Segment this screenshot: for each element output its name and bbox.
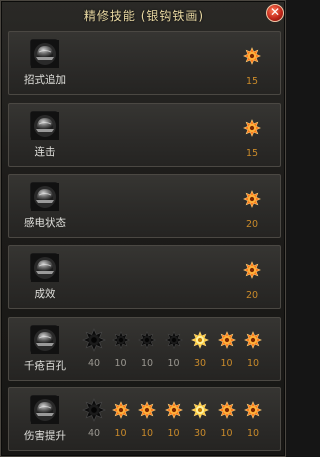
spiked-star-icon[interactable]: [191, 401, 209, 419]
refine-skill-window: 精修技能 (银钩铁画) ✕ 招式追加 15 连击 15 感电状态 20 成效 20 千疮百孔 40…: [0, 0, 286, 457]
spiked-star-icon[interactable]: [82, 328, 106, 352]
star-value: 10: [246, 428, 260, 439]
skill-name: 伤害提升: [24, 430, 66, 442]
star-value: 10: [140, 358, 154, 369]
spiked-star-icon[interactable]: [191, 331, 209, 349]
skill-name: 招式追加: [24, 74, 66, 86]
skill-name: 成效: [34, 288, 56, 300]
star-value: 30: [193, 358, 207, 369]
star-value: 10: [114, 428, 127, 439]
skill-panel: 感电状态 20: [8, 174, 281, 238]
skill-panel: 连击 15: [8, 103, 281, 167]
star-value: 10: [114, 358, 127, 369]
spiked-star-icon[interactable]: [111, 401, 130, 419]
star-value: 30: [193, 428, 207, 439]
spiked-star-icon[interactable]: [82, 398, 106, 422]
spiked-star-icon[interactable]: [243, 47, 261, 65]
window-title: 精修技能 (银钩铁画): [83, 9, 205, 23]
star-value: 10: [220, 428, 233, 439]
spiked-star-icon[interactable]: [244, 331, 262, 349]
spiked-star-icon[interactable]: [243, 119, 261, 137]
spiked-star-icon[interactable]: [138, 331, 156, 349]
spiked-star-icon[interactable]: [243, 261, 261, 279]
star-value: 20: [245, 290, 259, 301]
spiked-star-icon[interactable]: [217, 401, 236, 419]
spiked-star-icon[interactable]: [217, 331, 236, 349]
star-value: 10: [167, 428, 180, 439]
star-value: 10: [140, 428, 154, 439]
helmet-icon[interactable]: [30, 325, 59, 354]
skill-name: 连击: [34, 146, 56, 158]
spiked-star-icon[interactable]: [111, 331, 130, 349]
spiked-star-icon[interactable]: [164, 401, 183, 419]
skill-panel: 成效 20: [8, 245, 281, 309]
skill-name: 千疮百孔: [24, 360, 66, 372]
helmet-icon[interactable]: [30, 395, 59, 424]
spiked-star-icon[interactable]: [243, 190, 261, 208]
helmet-icon[interactable]: [30, 111, 59, 140]
star-value: 15: [245, 76, 259, 87]
helmet-icon[interactable]: [30, 253, 59, 282]
star-value: 15: [245, 148, 259, 159]
helmet-icon[interactable]: [30, 39, 59, 68]
skill-name: 感电状态: [24, 217, 66, 229]
skill-panel: 千疮百孔 40 10 10 10 30 10 10: [8, 317, 281, 381]
close-icon: ✕: [269, 5, 281, 19]
star-value: 40: [87, 428, 101, 439]
star-value: 10: [220, 358, 233, 369]
star-value: 20: [245, 219, 259, 230]
spiked-star-icon[interactable]: [244, 401, 262, 419]
spiked-star-icon[interactable]: [138, 401, 156, 419]
skill-panel: 伤害提升 40 10 10 10 30 10 10: [8, 387, 281, 451]
star-value: 40: [87, 358, 101, 369]
spiked-star-icon[interactable]: [164, 331, 183, 349]
star-value: 10: [167, 358, 180, 369]
skill-panel: 招式追加 15: [8, 31, 281, 95]
close-button[interactable]: ✕: [266, 4, 284, 22]
helmet-icon[interactable]: [30, 182, 59, 211]
star-value: 10: [246, 358, 260, 369]
